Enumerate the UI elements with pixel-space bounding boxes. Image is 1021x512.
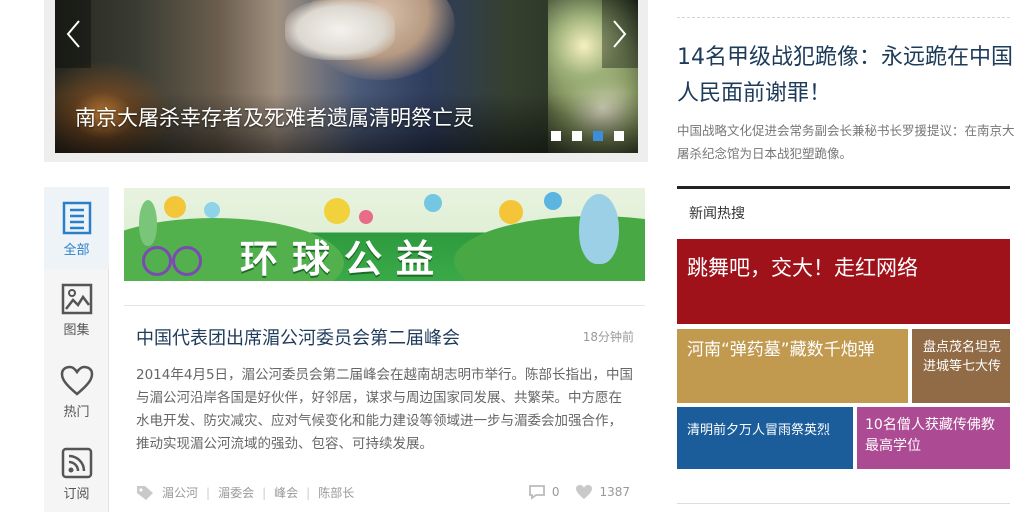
hot-news-tile-text: 跳舞吧，交大！走红网络 [687, 256, 918, 280]
divider [124, 305, 645, 306]
hot-news-tile[interactable]: 跳舞吧，交大！走红网络 [677, 239, 1010, 324]
chevron-right-icon [613, 20, 627, 48]
hot-news-tile-text: 盘点茂名坦克进城等七大传 [923, 340, 1002, 374]
rail-item-label: 全部 [63, 243, 90, 258]
banner-bicycle-wheel [142, 246, 172, 276]
rail-item-gallery[interactable]: 图集 [44, 269, 109, 351]
carousel-dot-4[interactable] [614, 131, 624, 141]
hot-news-tile[interactable]: 盘点茂名坦克进城等七大传 [912, 329, 1010, 403]
carousel-caption[interactable]: 南京大屠杀幸存者及死难者遗属清明祭亡灵 [75, 102, 474, 132]
article-meta: 湄公河 | 湄委会 | 峰会 | 陈部长 0 1387 [136, 484, 634, 504]
article-time: 18分钟前 [582, 330, 634, 344]
tag-icon [137, 485, 153, 500]
carousel-dot-1[interactable] [551, 131, 561, 141]
rail-item-label: 订阅 [63, 487, 90, 502]
comment-count: 0 [551, 485, 560, 499]
divider [677, 17, 1010, 18]
article-tag[interactable]: 峰会 [274, 484, 298, 501]
banner-flower [424, 194, 442, 212]
list-icon [62, 201, 91, 235]
hot-news-tile[interactable]: 10名僧人获藏传佛教最高学位 [857, 407, 1010, 469]
article-stats: 0 1387 [528, 484, 630, 500]
rail-item-label: 热门 [63, 405, 90, 420]
rail-item-subscribe[interactable]: 订阅 [44, 433, 109, 512]
chevron-left-icon [66, 20, 80, 48]
article-tags: 湄公河 | 湄委会 | 峰会 | 陈部长 [136, 484, 362, 501]
carousel-next-button[interactable] [602, 0, 638, 68]
banner-tree [579, 194, 619, 264]
hot-news-panel: 新闻热搜 跳舞吧，交大！走红网络 河南“弹药墓”藏数千炮弹 盘点茂名坦克进城等七… [677, 186, 1010, 512]
headline-description: 中国战略文化促进会常务副会长兼秘书长罗援提议：在南京大屠杀纪念馆为日本战犯塑跪像… [677, 123, 1015, 161]
article-tag[interactable]: 湄委会 [218, 484, 254, 501]
banner-flower [499, 200, 523, 224]
heart-icon [60, 365, 93, 396]
heart-icon[interactable] [575, 484, 593, 500]
like-count: 1387 [599, 485, 630, 499]
hot-news-tile-text: 10名僧人获藏传佛教最高学位 [865, 417, 995, 454]
carousel-dot-3[interactable] [593, 131, 603, 141]
image-icon [61, 283, 92, 315]
banner-title: 环球公益 [240, 237, 449, 281]
tag-separator: | [262, 485, 267, 500]
carousel[interactable]: 南京大屠杀幸存者及死难者遗属清明祭亡灵 [55, 0, 638, 153]
article-tag[interactable]: 陈部长 [318, 484, 354, 501]
comment-icon[interactable] [528, 484, 546, 500]
banner-flower [324, 198, 350, 224]
carousel-frame: 南京大屠杀幸存者及死难者遗属清明祭亡灵 [44, 0, 648, 162]
hot-news-tile-text: 河南“弹药墓”藏数千炮弹 [687, 340, 875, 360]
banner-flower [359, 210, 373, 224]
hot-news-tile[interactable]: 清明前夕万人冒雨祭英烈 [677, 407, 853, 469]
category-rail: 全部 图集 热门 订阅 [44, 187, 109, 512]
page: 南京大屠杀幸存者及死难者遗属清明祭亡灵 全部 图集 热门 订阅 环球公益 中国代… [0, 0, 1021, 512]
article-body: 2014年4月5日，湄公河委员会第二届峰会在越南胡志明市举行。陈部长指出，中国与… [136, 367, 634, 452]
article-title[interactable]: 中国代表团出席湄公河委员会第二届峰会 [136, 324, 460, 350]
banner-flower [544, 192, 562, 210]
headline-title[interactable]: 14名甲级战犯跪像：永远跪在中国人民面前谢罪！ [677, 40, 1017, 112]
hot-news-tile-text: 清明前夕万人冒雨祭英烈 [687, 423, 831, 438]
rail-item-all[interactable]: 全部 [44, 187, 109, 269]
carousel-prev-button[interactable] [55, 0, 91, 68]
banner-tree [139, 200, 157, 246]
article-tag[interactable]: 湄公河 [162, 484, 198, 501]
banner-flower [164, 196, 186, 218]
hot-news-title: 新闻热搜 [689, 206, 745, 222]
hot-news-tile[interactable]: 河南“弹药墓”藏数千炮弹 [677, 329, 908, 403]
rail-item-label: 图集 [63, 323, 90, 338]
banner-flower [204, 202, 220, 218]
banner-bicycle-wheel [172, 246, 202, 276]
carousel-dot-2[interactable] [572, 131, 582, 141]
rss-icon [61, 447, 92, 479]
carousel-dots [551, 131, 624, 141]
carousel-photo-tissue [285, 0, 395, 60]
charity-banner[interactable]: 环球公益 [124, 188, 645, 281]
tag-separator: | [306, 485, 311, 500]
divider [677, 503, 1010, 504]
tag-separator: | [206, 485, 211, 500]
rail-item-hot[interactable]: 热门 [44, 351, 109, 433]
